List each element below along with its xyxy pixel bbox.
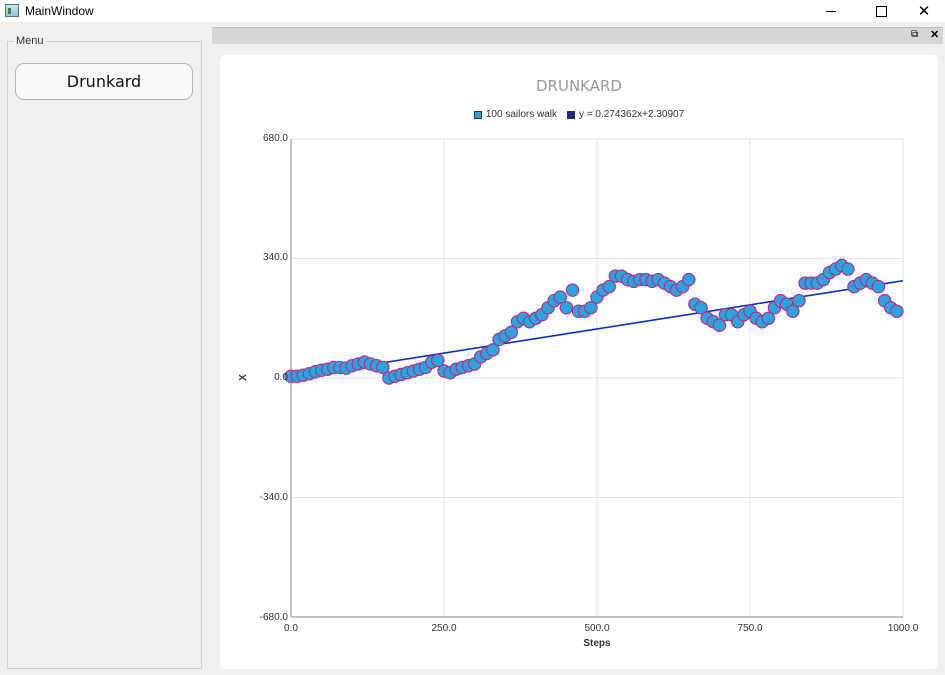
legend-swatch-trend [567, 110, 576, 119]
chart-canvas [284, 138, 904, 618]
data-point [890, 304, 904, 318]
y-tick-label: 680.0 [262, 133, 288, 144]
legend-item-walk: 100 sailors walk [473, 109, 558, 120]
x-tick-label: 250.0 [431, 623, 457, 634]
chart-legend: 100 sailors walk y = 0.274362x+2.30907 [220, 109, 938, 120]
legend-item-trend: y = 0.274362x+2.30907 [567, 109, 684, 120]
x-tick-label: 0.0 [284, 623, 298, 634]
scatter-points-layer [284, 258, 904, 385]
data-point [841, 262, 855, 276]
data-point [792, 293, 806, 308]
x-tick-label: 500.0 [584, 623, 610, 634]
x-tick-label: 750.0 [737, 623, 763, 634]
x-axis-label: Steps [583, 638, 611, 649]
y-tick-label: -340.0 [259, 492, 288, 503]
legend-label-trend: y = 0.274362x+2.30907 [579, 109, 685, 120]
data-point [682, 272, 696, 287]
data-point [565, 283, 580, 297]
data-point [871, 279, 886, 294]
data-point [559, 300, 574, 315]
chart-title: DRUNKARD [536, 77, 622, 95]
y-tick-label: -680.0 [259, 612, 288, 623]
legend-swatch-walk [473, 110, 482, 119]
y-tick-label: 0.0 [274, 372, 288, 383]
x-tick-label: 1000.0 [887, 623, 919, 634]
legend-label-walk: 100 sailors walk [485, 109, 558, 120]
y-axis-label: X [237, 374, 249, 381]
y-tick-label: 340.0 [262, 252, 288, 263]
